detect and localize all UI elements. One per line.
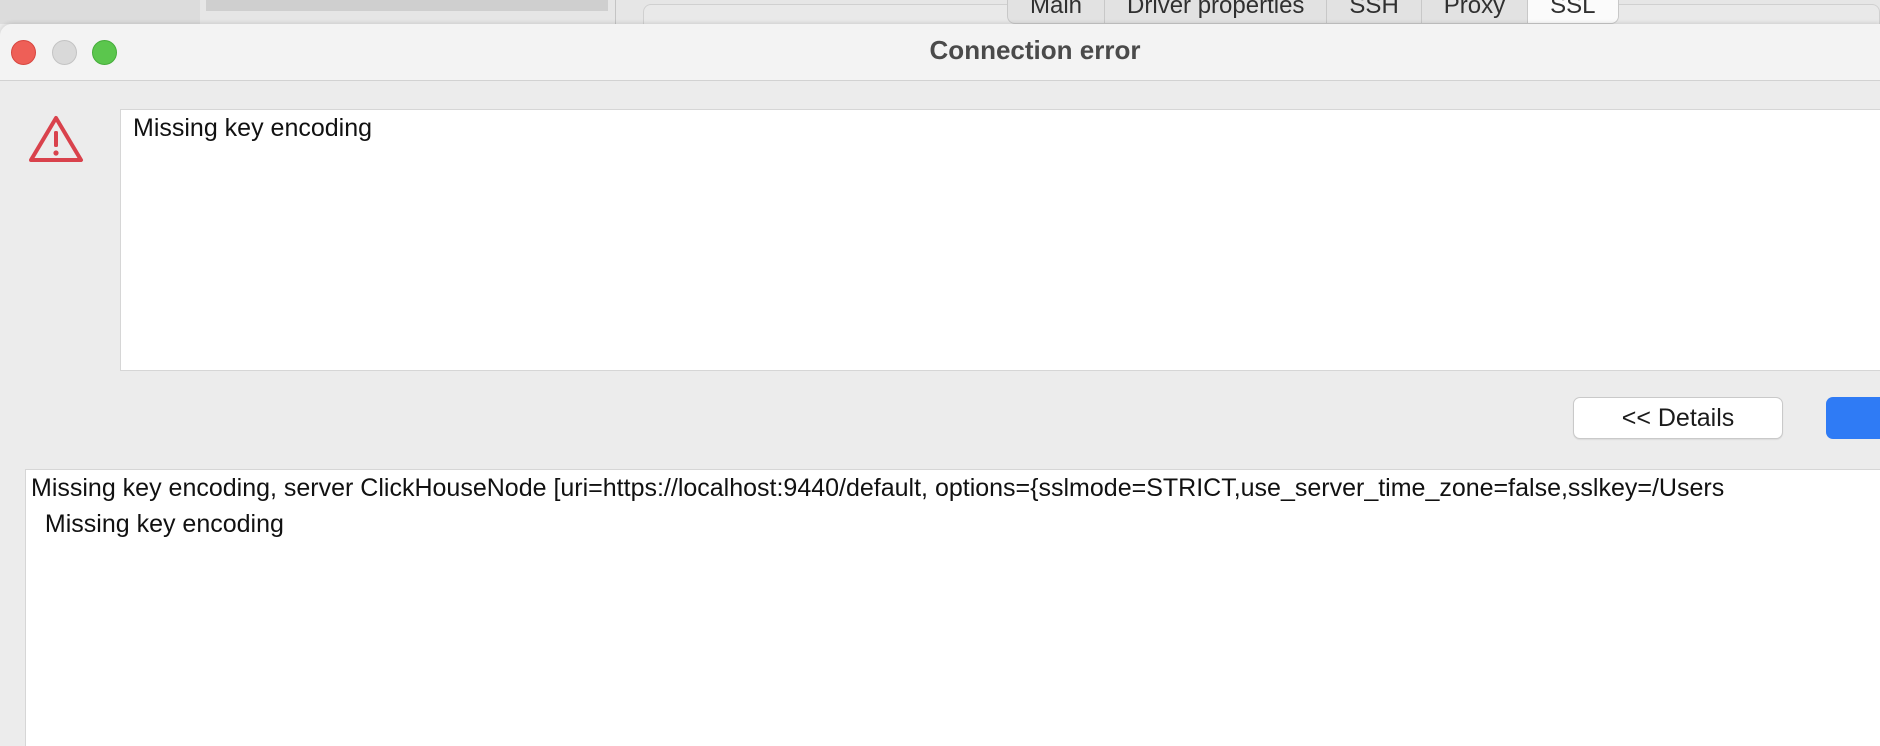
- connection-error-dialog: Connection error Missing key encoding <<…: [0, 24, 1880, 746]
- dialog-title: Connection error: [929, 35, 1141, 65]
- background-tab-bar: Main Driver properties SSH Proxy SSL: [1007, 0, 1619, 24]
- tab-ssl[interactable]: SSL: [1528, 0, 1618, 23]
- tab-main[interactable]: Main: [1008, 0, 1106, 23]
- error-message-box: Missing key encoding: [120, 109, 1880, 371]
- details-line: Missing key encoding, server ClickHouseN…: [31, 474, 1725, 502]
- details-line: Missing key encoding: [31, 510, 284, 538]
- tab-ssh[interactable]: SSH: [1327, 0, 1422, 23]
- background-scroll-area: [206, 0, 608, 11]
- title-bar: Connection error: [0, 24, 1880, 81]
- details-button[interactable]: << Details: [1573, 397, 1783, 439]
- warning-triangle-icon: [29, 116, 83, 162]
- background-window: Main Driver properties SSH Proxy SSL: [0, 0, 1880, 24]
- background-divider: [615, 0, 616, 24]
- background-sidebar: [0, 0, 200, 24]
- tab-driver-properties[interactable]: Driver properties: [1105, 0, 1328, 23]
- ok-button[interactable]: [1826, 397, 1880, 439]
- error-details-box[interactable]: Missing key encoding, server ClickHouseN…: [25, 469, 1880, 746]
- error-message: Missing key encoding: [133, 114, 373, 142]
- tab-proxy[interactable]: Proxy: [1422, 0, 1529, 23]
